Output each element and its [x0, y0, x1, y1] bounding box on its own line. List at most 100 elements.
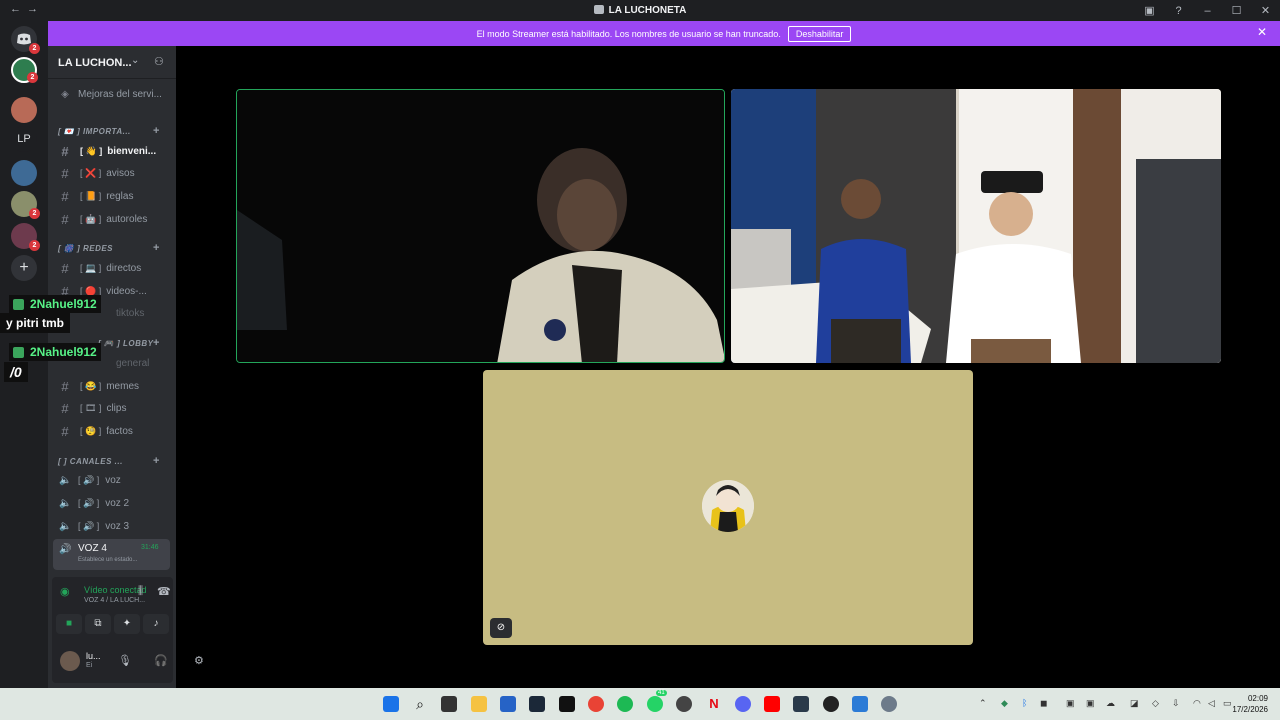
- wifi-icon[interactable]: ◠: [1193, 698, 1201, 709]
- add-server-icon[interactable]: +: [11, 255, 37, 281]
- camera-button[interactable]: ■: [56, 614, 82, 634]
- settings-app-icon[interactable]: [881, 696, 897, 712]
- server-boost-link[interactable]: ◈ Mejoras del servi...: [54, 84, 171, 104]
- hash-icon: #: [61, 211, 69, 227]
- channel-name: voz: [105, 474, 121, 486]
- epic-games-icon[interactable]: [559, 696, 575, 712]
- discord-home-icon[interactable]: 2: [11, 26, 40, 54]
- tray-icon-6[interactable]: ⇩: [1172, 698, 1180, 709]
- speaker-icon: 🔊: [59, 544, 72, 555]
- noise-suppression-icon[interactable]: ⫼: [138, 585, 143, 598]
- chevron-down-icon: ⌄: [131, 55, 140, 66]
- chrome-icon[interactable]: [588, 696, 604, 712]
- voice-channel-voz[interactable]: 🔈 [ 🔊 ] voz: [54, 470, 171, 490]
- help-icon[interactable]: ?: [1164, 5, 1193, 17]
- close-icon[interactable]: ✕: [1257, 25, 1267, 39]
- steam-icon[interactable]: [529, 696, 545, 712]
- category-label: [ 💌 ] IMPORTA...: [58, 127, 131, 136]
- add-channel-icon[interactable]: +: [153, 125, 160, 137]
- video-feed-persons-2: [731, 89, 1221, 363]
- discord-icon[interactable]: [735, 696, 751, 712]
- activities-button[interactable]: ✦: [114, 614, 140, 634]
- tray-icon-5[interactable]: ◇: [1152, 698, 1159, 709]
- channel-avisos[interactable]: # [ ❌ ] avisos: [54, 163, 171, 183]
- video-tile-3-camera-off[interactable]: ⊘: [483, 370, 973, 645]
- channel-name: memes: [106, 380, 140, 392]
- voice-channel-voz-4-active[interactable]: 🔊 VOZ 4 31:46 Establece un estado...: [53, 539, 170, 570]
- set-status-prompt[interactable]: Establece un estado...: [78, 557, 137, 563]
- server-header[interactable]: LA LUCHON... ⌄ ⚇: [48, 46, 176, 79]
- speaker-icon: 🔈: [59, 520, 72, 532]
- channel-clips[interactable]: # [ 🎞 ] clips: [54, 398, 171, 418]
- tray-app-icon[interactable]: ◆: [1001, 698, 1008, 709]
- clock[interactable]: 02:09 17/2/2026: [1232, 693, 1268, 715]
- volume-icon[interactable]: ◁: [1208, 698, 1215, 709]
- channel-name: clips: [106, 402, 127, 414]
- server-icon-lp[interactable]: LP: [11, 126, 37, 152]
- server-icon-5[interactable]: 2: [11, 223, 40, 251]
- add-channel-icon[interactable]: +: [153, 337, 160, 349]
- video-tile-2[interactable]: [731, 89, 1221, 363]
- notepad-icon[interactable]: [852, 696, 868, 712]
- youtube-icon[interactable]: [764, 696, 780, 712]
- app-icon[interactable]: [793, 696, 809, 712]
- search-icon[interactable]: ⌕: [412, 696, 428, 712]
- speaker-icon: 🔈: [59, 474, 72, 486]
- tray-icon-4[interactable]: ◪: [1130, 698, 1139, 709]
- voice-location-label: VOZ 4 / LA LUCH...: [84, 597, 146, 604]
- voice-channel-voz-2[interactable]: 🔈 [ 🔊 ] voz 2: [54, 493, 171, 513]
- channel-emoji: [ 😂 ]: [80, 380, 102, 391]
- disconnect-icon[interactable]: ☎: [157, 585, 171, 598]
- obs-icon[interactable]: [823, 696, 839, 712]
- spotify-icon[interactable]: [617, 696, 633, 712]
- voice-channel-voz-3[interactable]: 🔈 [ 🔊 ] voz 3: [54, 516, 171, 536]
- server-icon-3[interactable]: [11, 160, 37, 186]
- start-icon[interactable]: [383, 696, 399, 712]
- tray-icon-1[interactable]: ◼: [1040, 698, 1047, 709]
- category-redes[interactable]: [ 🎆 ] REDES +: [58, 242, 159, 254]
- tray-icon-3[interactable]: ▣: [1086, 698, 1095, 709]
- channel-factos[interactable]: # [ 🧐 ] factos: [54, 421, 171, 441]
- disable-streamer-button[interactable]: Deshabilitar: [787, 25, 852, 42]
- boost-label: Mejoras del servi...: [78, 88, 162, 100]
- hash-icon: #: [61, 423, 69, 439]
- invite-people-icon[interactable]: ⚇: [154, 55, 164, 68]
- screen-share-button[interactable]: ⧉: [85, 614, 111, 634]
- video-tile-1[interactable]: [236, 89, 725, 363]
- boost-icon: ◈: [61, 88, 69, 100]
- category-importante[interactable]: [ 💌 ] IMPORTA... +: [58, 125, 159, 137]
- channel-autoroles[interactable]: # [ 🤖 ] autoroles: [54, 209, 171, 229]
- server-icon-4[interactable]: 2: [11, 191, 40, 219]
- channel-memes[interactable]: # [ 😂 ] memes: [54, 376, 171, 396]
- inbox-icon[interactable]: ▣: [1135, 4, 1164, 17]
- category-canales[interactable]: [ ] CANALES ... +: [58, 455, 159, 467]
- chatgpt-icon[interactable]: [676, 696, 692, 712]
- onedrive-icon[interactable]: ☁: [1106, 698, 1115, 709]
- tray-chevron-icon[interactable]: ⌃: [979, 698, 987, 709]
- store-icon[interactable]: [500, 696, 516, 712]
- soundboard-button[interactable]: ♪: [143, 614, 169, 634]
- server-icon-2[interactable]: [11, 97, 37, 123]
- add-channel-icon[interactable]: +: [153, 242, 160, 254]
- channel-reglas[interactable]: # [ 📙 ] reglas: [54, 186, 171, 206]
- headphones-icon[interactable]: 🎧: [154, 654, 168, 667]
- bluetooth-icon[interactable]: ᛒ: [1022, 698, 1027, 708]
- tray-icon-2[interactable]: ▣: [1066, 698, 1075, 709]
- channel-directos[interactable]: # [ 💻 ] directos: [54, 258, 171, 278]
- server-icon-1[interactable]: 2: [11, 57, 38, 83]
- channel-bienvenida[interactable]: # [ 👋 ] bienveni...: [54, 141, 171, 161]
- add-channel-icon[interactable]: +: [153, 455, 160, 467]
- task-view-icon[interactable]: [441, 696, 457, 712]
- netflix-icon[interactable]: N: [706, 696, 722, 712]
- voice-status[interactable]: ◉ Vídeo conectad VOZ 4 / LA LUCH...: [60, 585, 147, 604]
- minimize-icon[interactable]: –: [1193, 5, 1222, 17]
- whatsapp-icon[interactable]: 41: [647, 690, 667, 712]
- channel-name: avisos: [106, 167, 135, 179]
- settings-icon[interactable]: ⚙: [194, 654, 204, 667]
- battery-icon[interactable]: ▭: [1223, 698, 1232, 709]
- channel-emoji: [ 💻 ]: [80, 262, 102, 273]
- file-explorer-icon[interactable]: [471, 696, 487, 712]
- maximize-icon[interactable]: ☐: [1222, 4, 1251, 17]
- microphone-icon[interactable]: 🎙: [118, 654, 132, 667]
- close-window-icon[interactable]: ✕: [1251, 4, 1280, 17]
